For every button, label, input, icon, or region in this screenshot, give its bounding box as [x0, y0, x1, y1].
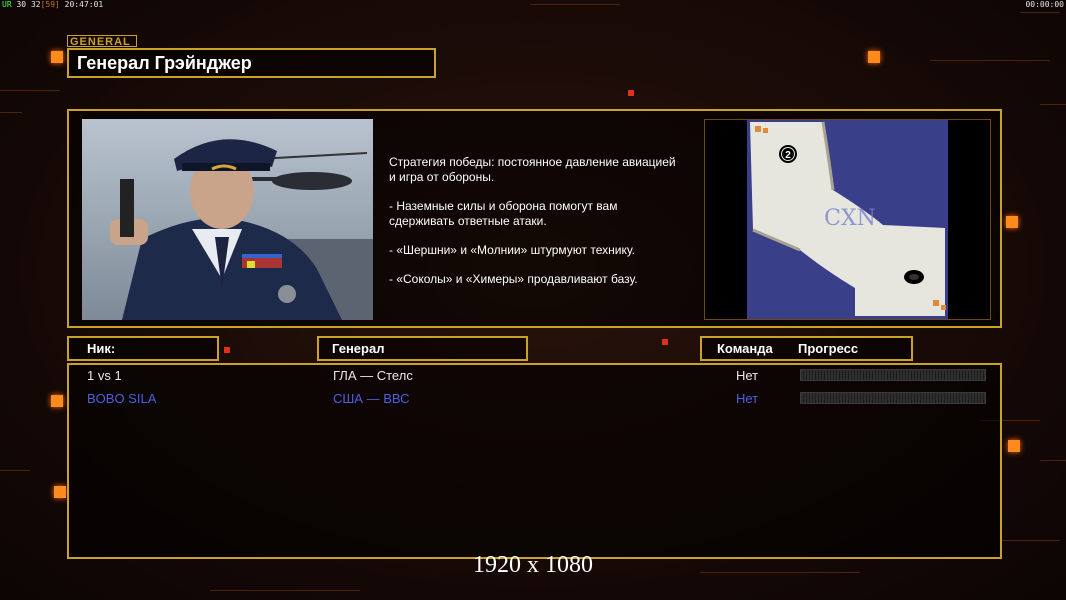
column-header-team-label: Команда [717, 341, 773, 356]
player-team: Нет [736, 391, 759, 406]
players-list: 1 vs 1 ГЛА — Стелс Нет BOBO SILA США — В… [67, 363, 1002, 559]
strategy-line: - Наземные силы и оборона помогут вам сд… [389, 199, 618, 228]
hud-fps-alt: 32 [30, 0, 41, 9]
circuit-trace [1040, 460, 1066, 461]
strategy-line: - «Шершни» и «Молнии» штурмуют технику. [389, 243, 635, 257]
hud-clock: 20:47:01 [64, 0, 104, 9]
circuit-trace [1040, 104, 1066, 105]
player-row: 1 vs 1 ГЛА — Стелс Нет [69, 366, 1000, 386]
column-header-nick-label: Ник: [87, 341, 116, 356]
player-team: Нет [736, 368, 759, 383]
column-header-nick: Ник: [67, 336, 219, 361]
general-title: Генерал Грэйнджер [67, 48, 436, 78]
glow-node [1008, 440, 1020, 452]
resolution-caption: 1920 x 1080 [473, 552, 593, 578]
general-tag: GENERAL [67, 35, 137, 48]
hud-frame-count: [59] [40, 0, 60, 9]
player-general: США — ВВС [333, 391, 410, 406]
general-portrait [82, 119, 373, 320]
general-info-panel: Стратегия победы: постоянное давление ав… [67, 109, 1002, 328]
strategy-line: Стратегия победы: постоянное давление ав… [389, 155, 676, 184]
player-row: BOBO SILA США — ВВС Нет [69, 389, 1000, 409]
circuit-trace [0, 470, 30, 471]
general-portrait-illustration [82, 119, 373, 320]
game-timer: 00:00:00 [1025, 0, 1064, 9]
player-nick: 1 vs 1 [87, 368, 122, 383]
glow-node [51, 395, 63, 407]
player-nick: BOBO SILA [87, 391, 157, 406]
circuit-trace [210, 590, 360, 591]
column-header-general: Генерал [317, 336, 528, 361]
glow-node [51, 51, 63, 63]
map-preview-illustration: 2 CXN [705, 120, 990, 319]
strategy-line: - «Соколы» и «Химеры» продавливают базу. [389, 272, 638, 286]
start-position-label: 2 [785, 150, 791, 161]
glow-node [1006, 216, 1018, 228]
circuit-trace [0, 112, 22, 113]
glow-node-small [662, 339, 668, 345]
player-progress-bar [800, 392, 986, 404]
glow-node-small [628, 90, 634, 96]
glow-node [868, 51, 880, 63]
fps-overlay: UR 30 32[59] 20:47:01 [2, 0, 103, 9]
circuit-trace [930, 60, 1050, 61]
glow-node-small [224, 347, 230, 353]
map-watermark: CXN [824, 206, 876, 231]
glow-node [54, 486, 66, 498]
hud-prefix: UR [2, 0, 12, 9]
column-header-progress-label: Прогресс [798, 341, 859, 356]
circuit-trace [1000, 540, 1060, 541]
circuit-trace [1020, 12, 1060, 13]
circuit-trace [530, 4, 620, 5]
circuit-trace [0, 90, 60, 91]
hud-fps: 30 [16, 0, 27, 9]
player-general: ГЛА — Стелс [333, 368, 413, 383]
column-header-team-progress: Команда Прогресс [700, 336, 913, 361]
map-preview: 2 CXN [704, 119, 991, 320]
player-progress-bar [800, 369, 986, 381]
strategy-text: Стратегия победы: постоянное давление ав… [389, 155, 719, 301]
column-header-general-label: Генерал [332, 341, 385, 356]
